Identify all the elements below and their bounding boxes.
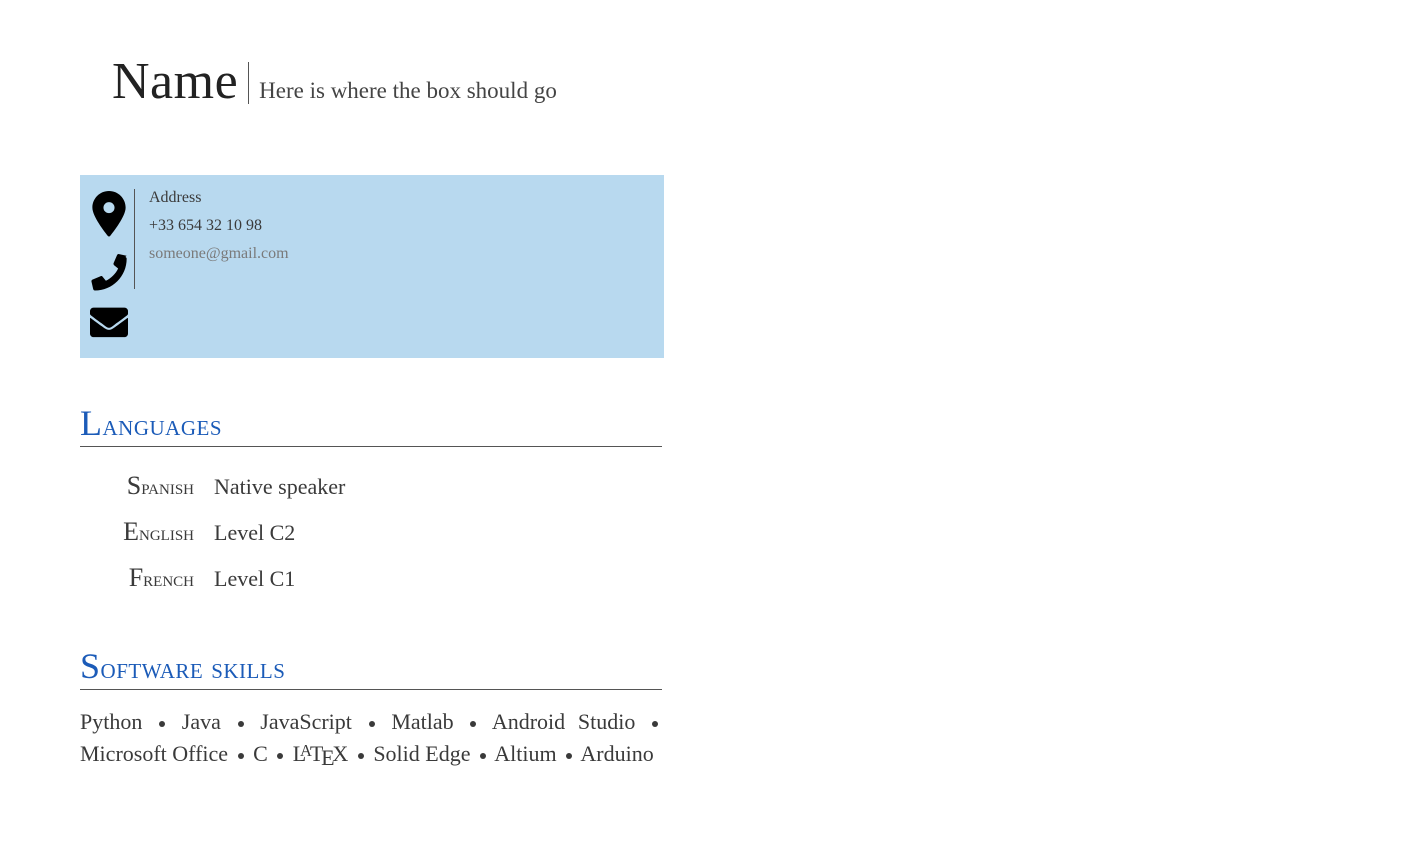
skill-item: JavaScript — [260, 709, 352, 734]
contact-separator — [134, 189, 135, 289]
skill-item: Solid Edge — [373, 741, 470, 766]
bullet-separator — [480, 753, 486, 759]
person-name: Name — [112, 52, 238, 111]
bullet-separator — [566, 753, 572, 759]
skill-item: Microsoft Office — [80, 741, 228, 766]
language-level: Level C1 — [214, 566, 295, 592]
skill-item: Arduino — [580, 741, 653, 766]
contact-address: Address — [149, 189, 289, 207]
skill-item: C — [253, 741, 268, 766]
tagline: Here is where the box should go — [259, 78, 557, 104]
section-title-software: Software skills — [80, 645, 662, 690]
header: Name Here is where the box should go — [112, 52, 680, 111]
language-row: French Level C1 — [96, 555, 680, 601]
contact-phone: +33 654 32 10 98 — [149, 217, 289, 235]
bullet-separator — [369, 721, 375, 727]
bullet-separator — [652, 721, 658, 727]
language-name: English — [96, 517, 214, 547]
language-level: Level C2 — [214, 520, 295, 546]
language-name: French — [96, 563, 214, 593]
bullet-separator — [159, 721, 165, 727]
language-level: Native speaker — [214, 474, 345, 500]
header-separator — [248, 62, 249, 104]
skill-item: Java — [182, 709, 221, 734]
bullet-separator — [277, 753, 283, 759]
contact-email[interactable]: someone@gmail.com — [149, 245, 289, 263]
software-skills-list: Python Java JavaScript Matlab Android St… — [80, 706, 662, 770]
skill-item: Altium — [494, 741, 556, 766]
language-row: Spanish Native speaker — [96, 463, 680, 509]
cv-page: Name Here is where the box should go Add… — [0, 0, 680, 769]
map-marker-icon — [90, 191, 128, 242]
envelope-icon — [90, 304, 128, 342]
section-title-languages: Languages — [80, 402, 662, 447]
latex-logo: LATEX — [293, 738, 349, 770]
bullet-separator — [358, 753, 364, 759]
skill-item: Matlab — [391, 709, 453, 734]
languages-table: Spanish Native speaker English Level C2 … — [96, 463, 680, 601]
contact-box: Address +33 654 32 10 98 someone@gmail.c… — [80, 175, 664, 358]
language-name: Spanish — [96, 471, 214, 501]
language-row: English Level C2 — [96, 509, 680, 555]
bullet-separator — [470, 721, 476, 727]
phone-icon — [90, 254, 128, 292]
skill-item: Python — [80, 709, 142, 734]
skill-item: Android Studio — [492, 709, 635, 734]
bullet-separator — [238, 753, 244, 759]
bullet-separator — [238, 721, 244, 727]
